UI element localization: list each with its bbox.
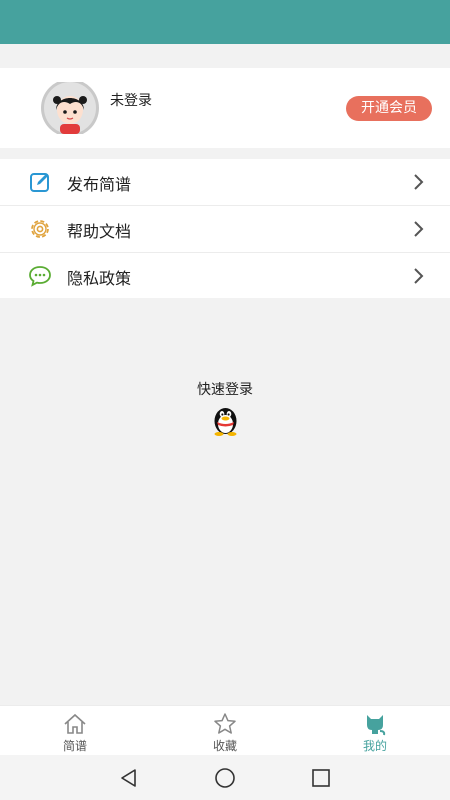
tab-jianpu[interactable]: 简谱 — [0, 706, 150, 756]
menu-list: 发布简谱 帮助文档 隐私政策 — [0, 159, 450, 298]
chevron-right-icon — [414, 268, 424, 284]
home-circle-icon[interactable] — [213, 766, 237, 790]
quick-login-title: 快速登录 — [197, 382, 253, 398]
qq-login-button[interactable] — [210, 404, 241, 436]
user-name: 未登录 — [110, 93, 152, 109]
menu-item-publish[interactable]: 发布简谱 — [0, 159, 450, 206]
recents-square-icon[interactable] — [309, 766, 333, 790]
tab-label: 收藏 — [212, 739, 237, 753]
vip-button[interactable]: 开通会员 — [346, 96, 432, 121]
edit-icon — [30, 173, 49, 192]
menu-item-privacy[interactable]: 隐私政策 — [0, 253, 450, 298]
tab-favorites[interactable]: 收藏 — [150, 706, 300, 756]
profile-card[interactable]: 未登录 开通会员 — [0, 68, 450, 148]
tab-label: 简谱 — [62, 739, 87, 753]
home-icon — [64, 713, 86, 734]
cat-icon — [367, 715, 386, 736]
star-icon — [214, 713, 236, 734]
avatar-girl-icon — [41, 82, 99, 134]
bottom-tab-bar: 简谱 收藏 我的 — [0, 705, 450, 756]
chat-bubble-icon — [29, 266, 51, 287]
system-navigation-bar — [0, 755, 450, 800]
avatar[interactable] — [40, 82, 100, 134]
menu-item-label: 帮助文档 — [67, 222, 132, 241]
menu-item-label: 发布简谱 — [67, 175, 132, 194]
qq-penguin-icon — [214, 408, 237, 436]
status-bar — [0, 0, 450, 44]
gear-icon — [31, 220, 49, 238]
chevron-right-icon — [414, 174, 424, 190]
menu-item-label: 隐私政策 — [67, 269, 132, 288]
menu-item-help[interactable]: 帮助文档 — [0, 206, 450, 253]
tab-label: 我的 — [362, 739, 387, 753]
back-triangle-icon[interactable] — [117, 766, 141, 790]
tab-mine[interactable]: 我的 — [300, 706, 450, 756]
chevron-right-icon — [414, 221, 424, 237]
